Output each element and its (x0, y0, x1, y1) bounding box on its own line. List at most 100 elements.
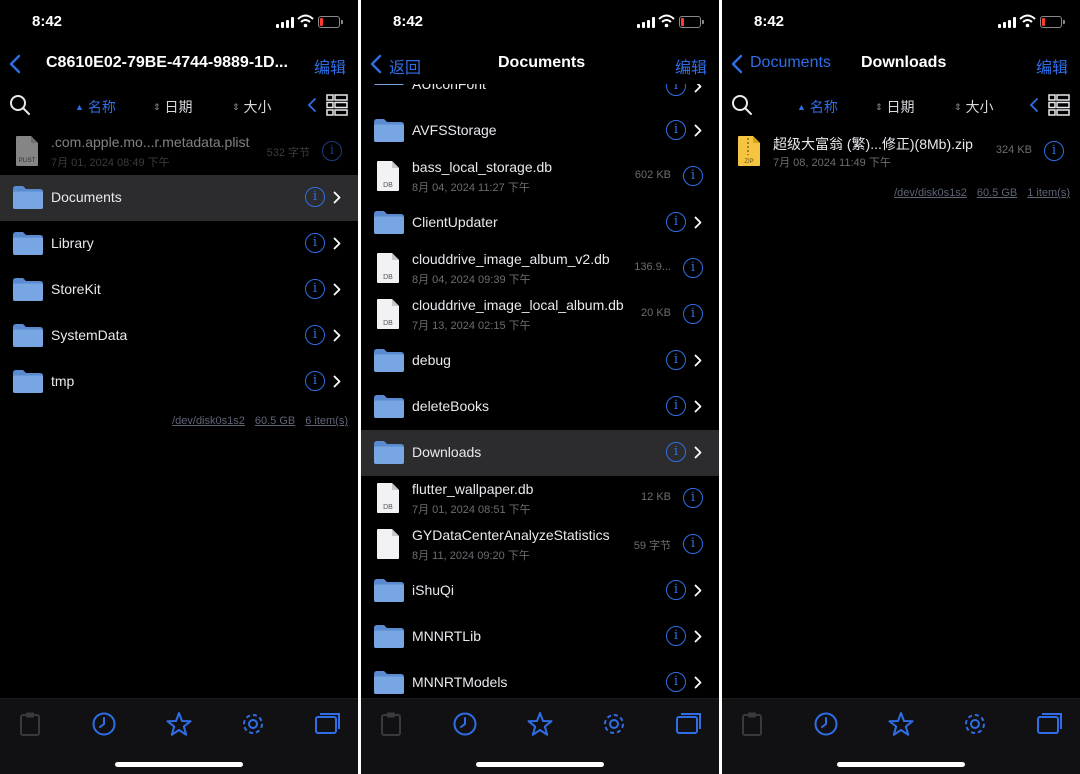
list-item[interactable]: DB clouddrive_image_local_album.db 7月 13… (361, 292, 719, 338)
free-space-link[interactable]: 60.5 GB (255, 415, 295, 427)
info-icon[interactable] (683, 258, 703, 278)
edit-button[interactable]: 编辑 (675, 54, 707, 78)
back-chevron-icon[interactable] (730, 53, 744, 75)
chevron-right-icon[interactable] (694, 216, 702, 229)
clock-icon[interactable] (91, 711, 117, 737)
info-icon[interactable] (666, 396, 686, 416)
edit-button[interactable]: 编辑 (314, 54, 346, 78)
item-name: debug (412, 352, 451, 368)
list-item[interactable]: DB bass_local_storage.db 8月 04, 2024 11:… (361, 154, 719, 200)
back-chevron-icon[interactable] (8, 53, 22, 75)
clipboard-icon[interactable] (739, 711, 765, 737)
star-icon[interactable] (888, 711, 914, 737)
nav-title: C8610E02-79BE-4744-9889-1D... (46, 54, 288, 71)
info-icon[interactable] (666, 672, 686, 692)
clock-icon[interactable] (452, 711, 478, 737)
list-item[interactable]: deleteBooks (361, 384, 719, 430)
chevron-right-icon[interactable] (333, 237, 341, 250)
list-item[interactable]: ClientUpdater (361, 200, 719, 246)
item-count-link[interactable]: 1 item(s) (1027, 187, 1070, 199)
list-item[interactable]: Downloads (361, 430, 719, 476)
wifi-icon (297, 14, 314, 28)
info-icon[interactable] (666, 212, 686, 232)
back-chevron-icon[interactable] (369, 53, 383, 75)
info-icon[interactable] (683, 488, 703, 508)
list-item[interactable]: Documents (0, 175, 358, 221)
item-name: deleteBooks (412, 398, 490, 414)
list-item[interactable]: SystemData (0, 313, 358, 359)
info-icon[interactable] (666, 442, 686, 462)
info-icon[interactable] (666, 120, 686, 140)
info-icon[interactable] (683, 534, 703, 554)
clipboard-icon[interactable] (378, 711, 404, 737)
info-icon[interactable] (666, 350, 686, 370)
collapse-chevron-icon[interactable] (307, 97, 317, 113)
chevron-right-icon[interactable] (694, 584, 702, 597)
sort-date[interactable]: ⇕ 日期 (875, 97, 915, 117)
chevron-right-icon[interactable] (333, 283, 341, 296)
list-item[interactable]: MNNRTLib (361, 614, 719, 660)
chevron-right-icon[interactable] (694, 400, 702, 413)
info-icon[interactable] (305, 325, 325, 345)
info-icon[interactable] (1044, 141, 1064, 161)
info-icon[interactable] (305, 187, 325, 207)
list-item[interactable]: DB clouddrive_image_album_v2.db 8月 04, 2… (361, 246, 719, 292)
chevron-right-icon[interactable] (333, 329, 341, 342)
star-icon[interactable] (166, 711, 192, 737)
info-icon[interactable] (683, 304, 703, 324)
zip-file-icon: ZIP (738, 136, 760, 166)
chevron-right-icon[interactable] (694, 124, 702, 137)
disk-link[interactable]: /dev/disk0s1s2 (172, 415, 245, 427)
info-icon[interactable] (305, 371, 325, 391)
info-icon[interactable] (666, 580, 686, 600)
info-icon[interactable] (305, 279, 325, 299)
chevron-right-icon[interactable] (694, 446, 702, 459)
folder-icon (373, 209, 405, 235)
list-item[interactable]: iShuQi (361, 568, 719, 614)
chevron-right-icon[interactable] (333, 375, 341, 388)
chevron-right-icon[interactable] (694, 354, 702, 367)
list-item[interactable]: ZIP 超级大富翁 (繁)...修正)(8Mb).zip 7月 08, 2024… (722, 129, 1080, 175)
list-item[interactable]: AVFSStorage (361, 108, 719, 154)
list-item[interactable]: tmp (0, 359, 358, 405)
star-icon[interactable] (527, 711, 553, 737)
back-button[interactable]: 返回 (389, 54, 421, 78)
chevron-right-icon[interactable] (694, 630, 702, 643)
sort-date[interactable]: ⇕ 日期 (153, 97, 193, 117)
free-space-link[interactable]: 60.5 GB (977, 187, 1017, 199)
edit-button[interactable]: 编辑 (1036, 54, 1068, 78)
gear-icon[interactable] (601, 711, 627, 737)
list-item[interactable]: StoreKit (0, 267, 358, 313)
info-icon[interactable] (666, 626, 686, 646)
info-icon[interactable] (322, 141, 342, 161)
windows-icon[interactable] (676, 711, 702, 737)
windows-icon[interactable] (315, 711, 341, 737)
sort-name[interactable]: ▲ 名称 (75, 97, 116, 117)
info-icon[interactable] (305, 233, 325, 253)
gear-icon[interactable] (240, 711, 266, 737)
search-icon[interactable] (8, 93, 32, 117)
list-item[interactable]: debug (361, 338, 719, 384)
list-view-icon[interactable] (1048, 94, 1070, 116)
list-view-icon[interactable] (326, 94, 348, 116)
item-count-link[interactable]: 6 item(s) (305, 415, 348, 427)
windows-icon[interactable] (1037, 711, 1063, 737)
clipboard-icon[interactable] (17, 711, 43, 737)
search-icon[interactable] (730, 93, 754, 117)
list-item[interactable]: Library (0, 221, 358, 267)
sort-size[interactable]: ⇕ 大小 (954, 97, 994, 117)
gear-icon[interactable] (962, 711, 988, 737)
sort-size[interactable]: ⇕ 大小 (232, 97, 272, 117)
back-button[interactable]: Documents (750, 54, 831, 72)
nav-bar: Documents Downloads 编辑 (722, 44, 1080, 84)
chevron-right-icon[interactable] (333, 191, 341, 204)
list-item[interactable]: PLIST .com.apple.mo...r.metadata.plist 7… (0, 129, 358, 175)
sort-name[interactable]: ▲ 名称 (797, 97, 838, 117)
info-icon[interactable] (683, 166, 703, 186)
list-item[interactable]: DB flutter_wallpaper.db 7月 01, 2024 08:5… (361, 476, 719, 522)
disk-link[interactable]: /dev/disk0s1s2 (894, 187, 967, 199)
list-item[interactable]: GYDataCenterAnalyzeStatistics 8月 11, 202… (361, 522, 719, 568)
clock-icon[interactable] (813, 711, 839, 737)
chevron-right-icon[interactable] (694, 676, 702, 689)
collapse-chevron-icon[interactable] (1029, 97, 1039, 113)
